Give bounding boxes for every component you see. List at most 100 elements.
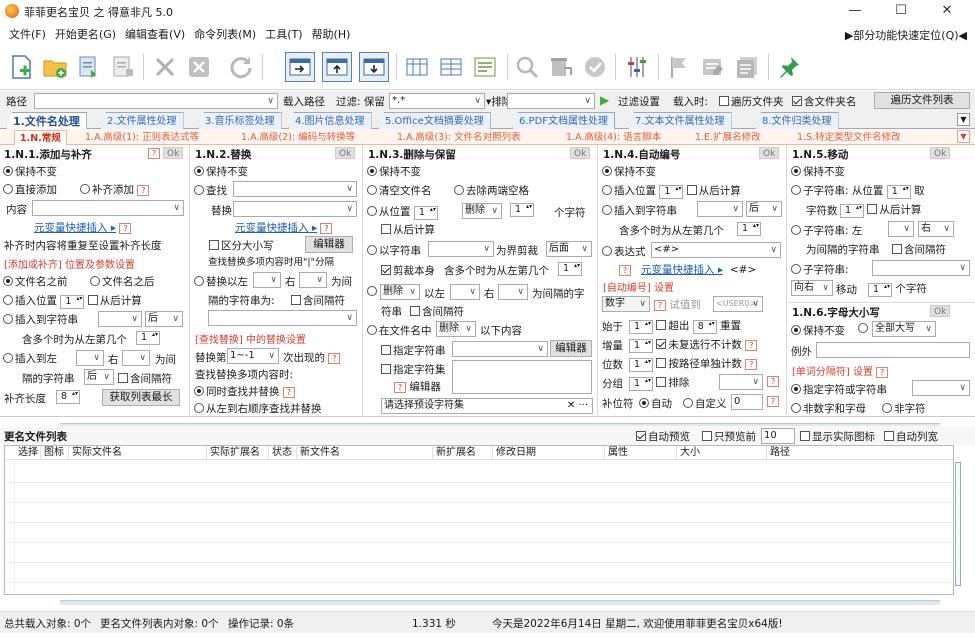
help-icon[interactable]: ? — [876, 367, 889, 378]
nth-replace-select[interactable]: 1~-1 — [227, 348, 279, 364]
checkbox-icon[interactable] — [87, 295, 98, 305]
include-gap-checkbox[interactable]: 含间隔符 — [410, 304, 464, 319]
help-icon[interactable]: ? — [119, 223, 132, 234]
border-side-select[interactable]: 后面 — [546, 241, 592, 257]
subtab-extension[interactable]: 1.E.扩展名修改 — [690, 130, 766, 145]
substr-pos-spinner[interactable]: 1 — [886, 185, 911, 199]
load-path-button[interactable]: 载入路径 — [283, 94, 325, 109]
include-gap-checkbox[interactable]: 含间隔符 — [291, 293, 345, 308]
find-radio[interactable]: 查找 — [194, 183, 227, 198]
keep-radio[interactable]: 保持不变 — [3, 164, 57, 179]
clear-name-radio[interactable]: 清空文件名 — [367, 183, 432, 198]
minimize-button[interactable]: — — [836, 2, 874, 20]
exclude-input[interactable] — [719, 374, 763, 390]
report-view-icon[interactable] — [470, 52, 500, 82]
digits-spinner[interactable]: 1 — [629, 358, 654, 372]
right-delim-select[interactable]: 右 — [918, 221, 954, 237]
preview-first-checkbox[interactable]: 只预览前 — [702, 429, 756, 444]
keep-radio[interactable]: 保持不变 — [602, 164, 656, 179]
help-icon[interactable]: ? — [767, 376, 779, 387]
after-name-radio[interactable]: 文件名之后 — [90, 274, 155, 289]
clear-more-icon[interactable]: ✕ ··· — [567, 399, 588, 413]
nth-spinner[interactable]: 1 — [136, 331, 161, 345]
close-button[interactable]: ✕ — [928, 2, 966, 20]
col-path[interactable]: 路径 — [767, 446, 947, 460]
ok-button[interactable]: Ok — [335, 147, 356, 159]
ok-button[interactable]: Ok — [570, 147, 591, 159]
search-icon[interactable] — [512, 52, 542, 82]
with-str-radio[interactable]: 以字符串 — [367, 243, 421, 258]
over-spinner[interactable]: 8 — [692, 320, 717, 334]
case-keep-radio[interactable]: 保持不变 — [791, 323, 845, 338]
ok-button[interactable]: Ok — [759, 147, 780, 159]
insert-str-input[interactable] — [697, 201, 743, 217]
undo-icon[interactable] — [546, 52, 576, 82]
confirm-icon[interactable] — [580, 52, 610, 82]
case-mode-select[interactable]: 全部大写 — [872, 321, 936, 337]
replace-between-input[interactable] — [208, 310, 357, 326]
columns-icon[interactable] — [402, 52, 432, 82]
content-input[interactable] — [32, 200, 184, 216]
tab-pdf-properties[interactable]: 6.PDF文档属性处理 — [512, 112, 616, 129]
menu-file[interactable]: 文件(F) — [9, 26, 46, 42]
checkbox-checked-icon[interactable] — [656, 339, 667, 349]
in-name-radio[interactable]: 在文件名中 — [367, 323, 432, 338]
traverse-folders-checkbox[interactable]: 遍历文件夹 — [719, 94, 784, 109]
include-gap-checkbox[interactable]: 含间隔符 — [892, 242, 946, 257]
path-input[interactable] — [34, 93, 278, 109]
simultaneous-radio[interactable]: 同时查找并替换 ? — [194, 384, 295, 399]
subtabs-scroll-icon[interactable]: ▼ — [957, 130, 970, 143]
auto-preview-checkbox[interactable]: 自动预览 — [636, 429, 690, 444]
nth-spinner[interactable]: 1 — [558, 262, 583, 276]
spec-set-textarea[interactable] — [452, 360, 592, 394]
menu-start-rename[interactable]: 开始更名(G) — [55, 26, 116, 42]
help-icon[interactable]: ? — [137, 185, 150, 196]
in-name-mode-select[interactable]: 删除 — [436, 321, 476, 337]
right-delim-input[interactable] — [299, 272, 327, 288]
spec-set-checkbox[interactable]: 指定字符集 — [381, 362, 446, 377]
col-select[interactable]: 选择 — [15, 446, 41, 460]
pos-spinner[interactable]: 1 — [659, 185, 684, 199]
sequential-radio[interactable]: 从左到右顺序查找并替换 — [194, 401, 322, 416]
show-icons-checkbox[interactable]: 显示实际图标 — [800, 429, 875, 444]
move-spinner[interactable]: 1 — [868, 283, 893, 297]
clear-list-icon[interactable] — [108, 52, 138, 82]
menu-edit-view[interactable]: 编辑查看(V) — [125, 26, 185, 42]
non-char-radio[interactable]: 非字符 — [882, 401, 926, 416]
exception-input[interactable] — [816, 342, 970, 358]
remove-all-icon[interactable] — [184, 52, 214, 82]
left-delim-input[interactable] — [450, 284, 480, 300]
checkbox-icon[interactable] — [686, 185, 697, 195]
increment-spinner[interactable]: 1 — [629, 339, 654, 353]
pad-add-radio[interactable]: 补齐添加 ? — [80, 182, 150, 197]
insert-str-input[interactable] — [98, 311, 142, 327]
subtab-encoding[interactable]: 1.A.高级(2): 编码与转换等 — [236, 130, 360, 145]
filter-exclude-input[interactable] — [507, 93, 595, 109]
include-gap-checkbox[interactable]: 含间隔符 — [118, 371, 172, 386]
play-icon[interactable]: ▶ — [600, 93, 609, 107]
subtab-general[interactable]: 1.N.常规 — [14, 130, 67, 145]
trim-spaces-radio[interactable]: 去除两端空格 — [454, 183, 529, 198]
count-spinner[interactable]: 1 — [510, 203, 535, 217]
tab-image-info[interactable]: 4.图片信息处理 — [288, 112, 372, 129]
border-str-input[interactable] — [428, 241, 494, 257]
help-icon[interactable]: ? — [320, 223, 333, 234]
direction-select[interactable]: 向右 — [791, 280, 833, 296]
flag-icon[interactable] — [664, 52, 694, 82]
direct-add-radio[interactable]: 直接添加 — [3, 182, 57, 197]
help-icon[interactable]: ? — [745, 340, 758, 351]
menu-commands[interactable]: 命令列表(M) — [194, 26, 256, 42]
checkbox-icon[interactable] — [867, 204, 878, 214]
move-right-icon[interactable] — [285, 52, 315, 82]
after-select[interactable]: 后 — [145, 311, 183, 327]
insert-to-str-radio[interactable]: 插入到字符串 — [3, 312, 78, 327]
bottom-splitter[interactable] — [60, 600, 940, 605]
var-insert-link[interactable]: 元变量快捷插入 ▸ ? — [235, 220, 333, 235]
from-pos-radio[interactable]: 从位置 1 — [367, 204, 438, 220]
menu-tools[interactable]: 工具(T) — [265, 26, 302, 42]
help-icon[interactable]: ? — [654, 300, 666, 311]
add-file-icon[interactable] — [6, 52, 36, 82]
splitter[interactable] — [60, 423, 940, 426]
nth-spinner[interactable]: 1 — [737, 222, 762, 236]
equalizer-icon[interactable] — [622, 52, 652, 82]
